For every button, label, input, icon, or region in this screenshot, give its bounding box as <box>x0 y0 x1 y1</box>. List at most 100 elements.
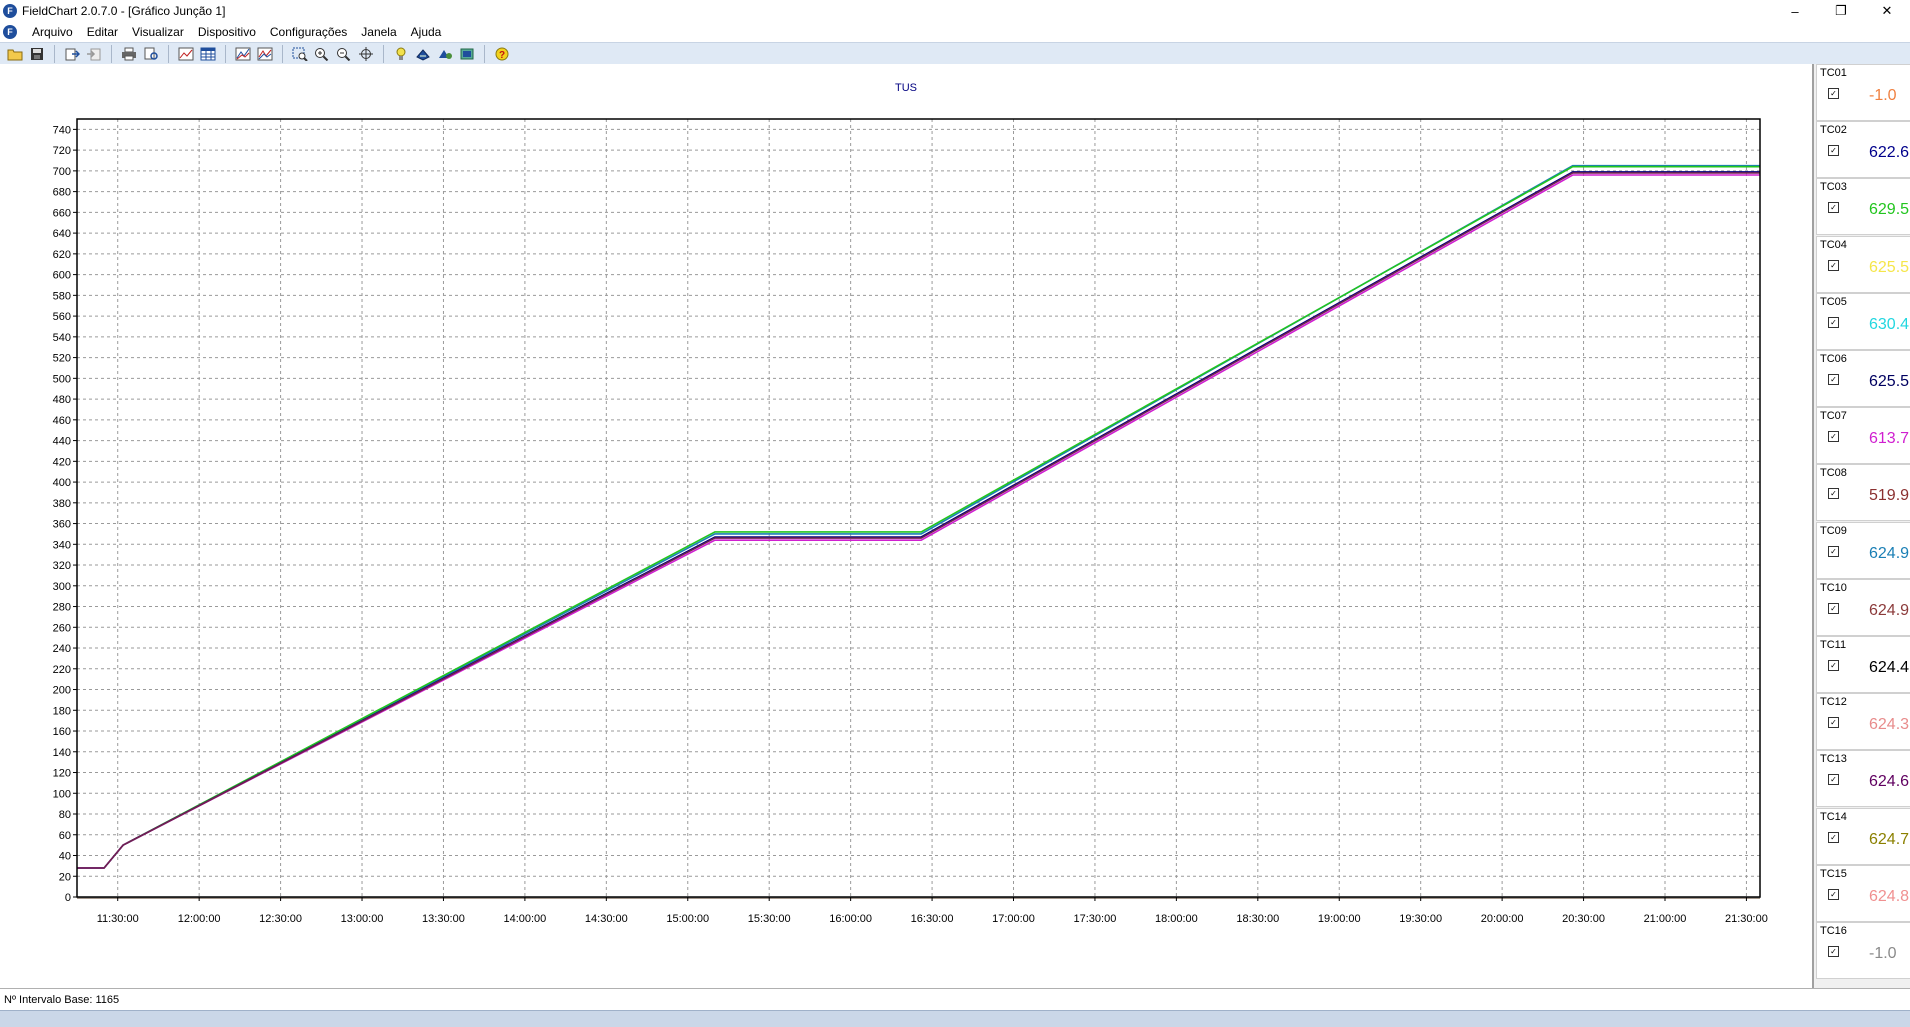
print-preview-icon[interactable] <box>140 44 162 64</box>
window-controls: – ❐ ✕ <box>1772 0 1910 22</box>
channel-card[interactable]: TC160✓-1.0 <box>1816 922 1910 979</box>
y-tick-label: 620 <box>53 249 71 261</box>
document-icon[interactable]: F <box>3 25 17 39</box>
menu-dispositivo[interactable]: Dispositivo <box>191 25 263 39</box>
zoom-in-icon[interactable] <box>311 44 333 64</box>
device-config-icon[interactable] <box>434 44 456 64</box>
crosshair-icon[interactable] <box>355 44 377 64</box>
y-tick-label: 640 <box>53 228 71 240</box>
channel-checkbox[interactable]: ✓ <box>1828 888 1839 900</box>
channel-value: 624.9 <box>1869 544 1910 562</box>
x-tick-label: 12:30:00 <box>259 913 302 925</box>
menu-janela[interactable]: Janela <box>354 25 403 39</box>
chart-add-icon[interactable] <box>232 44 254 64</box>
export-icon[interactable] <box>61 44 83 64</box>
menu-visualizar[interactable]: Visualizar <box>125 25 191 39</box>
channel-label: TC05 <box>1820 295 1847 308</box>
channel-checkbox[interactable]: ✓ <box>1828 316 1839 328</box>
x-tick-label: 11:30:00 <box>97 913 139 925</box>
open-folder-icon[interactable] <box>4 44 26 64</box>
channel-card[interactable]: TC110✓624.4 <box>1816 636 1910 693</box>
channel-card[interactable]: TC040✓625.5 <box>1816 235 1910 293</box>
chart-title: TUS <box>895 82 917 94</box>
y-tick-label: 40 <box>59 851 71 863</box>
save-icon[interactable] <box>26 44 48 64</box>
x-tick-label: 19:00:00 <box>1318 913 1361 925</box>
channel-label: TC14 <box>1820 810 1847 823</box>
channel-checkbox[interactable]: ✓ <box>1828 374 1839 385</box>
channel-value: 624.7 <box>1869 830 1910 848</box>
channel-checkbox[interactable]: ✓ <box>1828 259 1839 271</box>
y-tick-label: 560 <box>53 311 71 323</box>
y-tick-label: 380 <box>53 498 71 510</box>
y-tick-label: 340 <box>53 539 71 551</box>
window-title: FieldChart 2.0.7.0 - [Gráfico Junção 1] <box>22 4 226 18</box>
table-view-icon[interactable] <box>197 44 219 64</box>
channel-card[interactable]: TC100✓624.9 <box>1816 578 1910 636</box>
menu-arquivo[interactable]: Arquivo <box>25 25 80 39</box>
channel-checkbox[interactable]: ✓ <box>1828 488 1839 500</box>
channel-checkbox[interactable]: ✓ <box>1828 88 1839 99</box>
import-icon[interactable] <box>83 44 105 64</box>
device-connect-icon[interactable] <box>412 44 434 64</box>
status-text: Nº Intervalo Base: 1165 <box>4 994 120 1006</box>
channel-card[interactable]: TC050✓630.4 <box>1816 292 1910 350</box>
channel-card[interactable]: TC140✓624.7 <box>1816 807 1910 865</box>
channel-card[interactable]: TC070✓613.7 <box>1816 407 1910 465</box>
help-icon[interactable]: ? <box>491 44 513 64</box>
series-line <box>77 171 1760 869</box>
channel-card[interactable]: TC130✓624.6 <box>1816 750 1910 808</box>
chart-area[interactable]: TUS 0 20 40 60 80 100 120 140 160 180 200 220 240 260… <box>0 64 1812 988</box>
x-tick-label: 18:00:00 <box>1155 913 1198 925</box>
channel-label: TC06 <box>1820 353 1847 365</box>
close-button[interactable]: ✕ <box>1864 0 1910 22</box>
channel-checkbox[interactable]: ✓ <box>1828 431 1839 443</box>
y-tick-label: 540 <box>53 332 71 344</box>
channel-checkbox[interactable]: ✓ <box>1828 774 1839 786</box>
channel-card[interactable]: TC010✓-1.0 <box>1816 64 1910 121</box>
channel-card[interactable]: TC020✓622.6 <box>1816 121 1910 179</box>
y-tick-label: 300 <box>53 581 71 593</box>
channel-checkbox[interactable]: ✓ <box>1828 717 1839 729</box>
chart-view-icon[interactable] <box>175 44 197 64</box>
channel-label: TC01 <box>1820 67 1847 79</box>
zoom-out-icon[interactable] <box>333 44 355 64</box>
device-read-icon[interactable] <box>456 44 478 64</box>
channel-value: 519.9 <box>1869 487 1910 505</box>
channel-checkbox[interactable]: ✓ <box>1828 202 1839 214</box>
minimize-button[interactable]: – <box>1772 0 1818 22</box>
y-tick-label: 0 <box>65 892 71 904</box>
y-tick-label: 360 <box>53 519 71 531</box>
series-line <box>77 174 1760 869</box>
y-tick-label: 200 <box>53 685 71 697</box>
chart-edit-icon[interactable] <box>254 44 276 64</box>
menu-editar[interactable]: Editar <box>80 25 125 39</box>
maximize-button[interactable]: ❐ <box>1818 0 1864 22</box>
channel-value: 624.3 <box>1869 716 1910 734</box>
channel-value: 624.6 <box>1869 773 1910 791</box>
y-tick-label: 740 <box>53 124 71 136</box>
lightbulb-icon[interactable] <box>390 44 412 64</box>
y-tick-label: 120 <box>53 768 71 780</box>
temperature-chart[interactable]: TUS 0 20 40 60 80 100 120 140 160 180 200 220 240 260… <box>0 64 1812 988</box>
channel-card[interactable]: TC150✓624.8 <box>1816 864 1910 922</box>
channel-card[interactable]: TC080✓519.9 <box>1816 464 1910 522</box>
channel-card[interactable]: TC120✓624.3 <box>1816 693 1910 751</box>
channel-card[interactable]: TC030✓629.5 <box>1816 178 1910 236</box>
y-tick-label: 660 <box>53 207 71 219</box>
channel-card[interactable]: TC060✓625.5 <box>1816 350 1910 407</box>
zoom-rect-icon[interactable] <box>289 44 311 64</box>
x-tick-label: 12:00:00 <box>178 913 221 925</box>
y-tick-label: 440 <box>53 436 71 448</box>
y-tick-label: 680 <box>53 187 71 199</box>
channel-checkbox[interactable]: ✓ <box>1828 831 1839 843</box>
channel-checkbox[interactable]: ✓ <box>1828 545 1839 557</box>
menu-ajuda[interactable]: Ajuda <box>404 25 449 39</box>
channel-checkbox[interactable]: ✓ <box>1828 602 1839 614</box>
channel-checkbox[interactable]: ✓ <box>1828 660 1839 671</box>
print-icon[interactable] <box>118 44 140 64</box>
channel-checkbox[interactable]: ✓ <box>1828 946 1839 957</box>
channel-checkbox[interactable]: ✓ <box>1828 145 1839 157</box>
menu-configuracoes[interactable]: Configurações <box>263 25 354 39</box>
channel-card[interactable]: TC090✓624.9 <box>1816 521 1910 579</box>
